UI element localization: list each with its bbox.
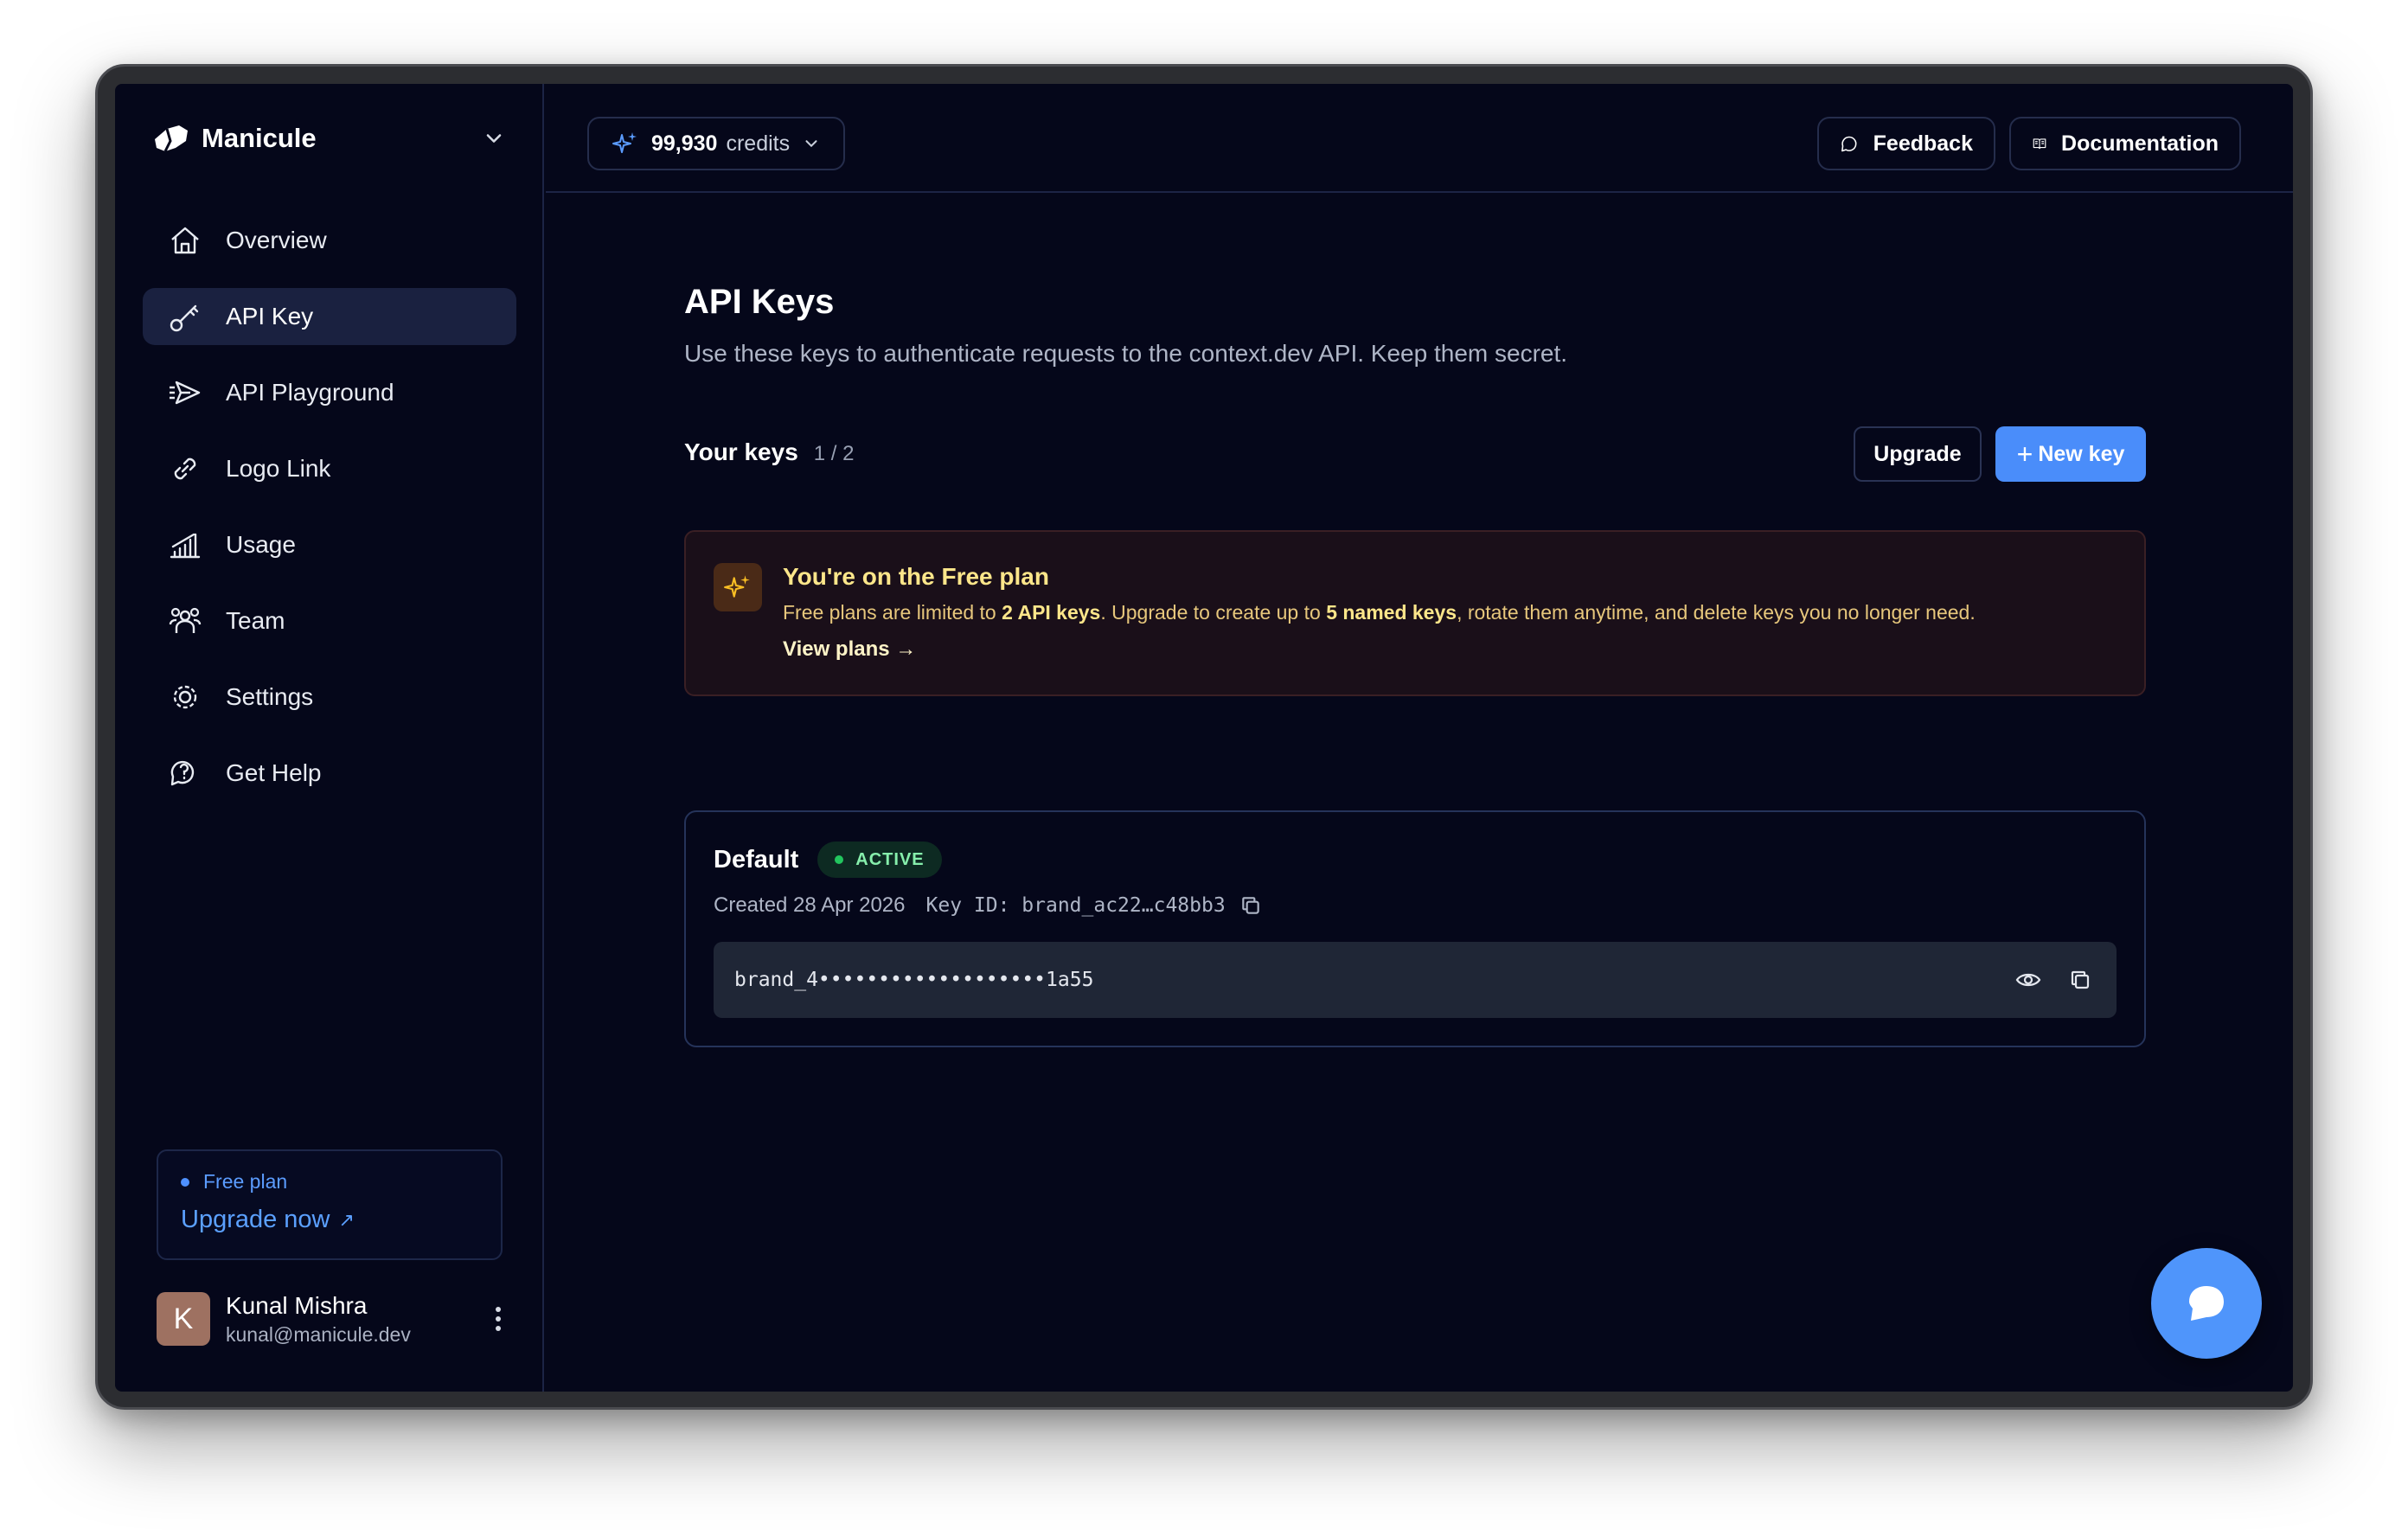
eye-icon[interactable]: [2013, 964, 2044, 995]
upgrade-button[interactable]: Upgrade: [1854, 426, 1982, 482]
documentation-label: Documentation: [2061, 131, 2219, 156]
sidebar-item-usage[interactable]: Usage: [143, 516, 516, 573]
sidebar-nav: Overview API Key API Playground Logo Lin…: [143, 212, 516, 821]
sidebar-item-label: Overview: [226, 227, 327, 253]
sidebar-item-settings[interactable]: Settings: [143, 669, 516, 726]
plus-icon: +: [2016, 438, 2033, 470]
key-meta: Created 28 Apr 2026 Key ID: brand_ac22…c…: [714, 893, 1262, 918]
sidebar-item-get-help[interactable]: Get Help: [143, 745, 516, 802]
page-title: API Keys: [684, 283, 835, 321]
keys-count: 1 / 2: [813, 442, 855, 465]
sidebar-item-api-key[interactable]: API Key: [143, 288, 516, 345]
upgrade-now-link[interactable]: Upgrade now ↗: [181, 1206, 478, 1234]
sidebar-item-label: API Key: [226, 303, 314, 330]
main-content: API Keys Use these keys to authenticate …: [546, 193, 2293, 1392]
book-icon: [2033, 138, 2046, 150]
team-icon: [167, 603, 203, 639]
copy-key-id-icon[interactable]: [1239, 894, 1262, 917]
sidebar-item-logo-link[interactable]: Logo Link: [143, 440, 516, 497]
sidebar-item-label: API Playground: [226, 379, 394, 406]
key-header: Default ACTIVE: [714, 842, 942, 878]
plan-status: Free plan: [181, 1170, 478, 1194]
top-bar: 99,930 credits Feedback Documentation: [546, 84, 2293, 193]
home-icon: [167, 222, 203, 259]
chevron-down-icon: [486, 134, 502, 143]
key-name: Default: [714, 845, 799, 874]
copy-icon[interactable]: [2065, 964, 2096, 995]
user-profile[interactable]: K Kunal Mishra kunal@manicule.dev: [157, 1288, 511, 1350]
view-plans-link[interactable]: View plans →: [783, 637, 916, 662]
help-chat-icon: [167, 755, 203, 791]
feedback-button[interactable]: Feedback: [1817, 117, 1995, 170]
status-badge: ACTIVE: [817, 842, 942, 878]
workspace-switcher[interactable]: Manicule: [153, 118, 506, 158]
link-icon: [167, 451, 203, 487]
user-info: Kunal Mishra kunal@manicule.dev: [226, 1292, 485, 1347]
send-icon: [167, 374, 203, 411]
sparkle-icon: [612, 132, 637, 153]
free-plan-banner: You're on the Free plan Free plans are l…: [684, 530, 2146, 696]
sidebar-item-label: Usage: [226, 531, 296, 558]
upgrade-now-label: Upgrade now: [181, 1206, 330, 1233]
plan-label: Free plan: [203, 1170, 288, 1193]
manicule-logo-icon: [155, 125, 188, 152]
more-options-icon[interactable]: [485, 1307, 511, 1331]
plan-dot: [181, 1177, 189, 1187]
new-key-button[interactable]: + New key: [1995, 426, 2146, 482]
status-dot: [835, 855, 844, 864]
gear-icon: [167, 679, 203, 715]
chat-launcher-button[interactable]: [2151, 1248, 2262, 1359]
sidebar-item-overview[interactable]: Overview: [143, 212, 516, 269]
api-key-field[interactable]: brand_4•••••••••••••••••••1a55: [714, 942, 2117, 1018]
app-window: Manicule Overview API Key API Playground…: [115, 84, 2293, 1392]
sidebar-item-label: Logo Link: [226, 455, 331, 482]
page-subtitle: Use these keys to authenticate requests …: [684, 340, 1568, 367]
user-email: kunal@manicule.dev: [226, 1322, 411, 1346]
credits-value: 99,930: [651, 131, 718, 156]
sidebar: Manicule Overview API Key API Playground…: [115, 84, 544, 1392]
credits-dropdown[interactable]: 99,930 credits: [587, 117, 846, 170]
key-id: Key ID: brand_ac22…c48bb3: [925, 894, 1226, 917]
key-icon: [167, 298, 203, 335]
avatar: K: [157, 1292, 210, 1346]
sidebar-item-label: Team: [226, 607, 285, 634]
documentation-button[interactable]: Documentation: [2009, 117, 2241, 170]
keys-heading: Your keys 1 / 2: [684, 438, 854, 466]
chat-bubble-icon: [1841, 136, 1857, 152]
plan-card: Free plan Upgrade now ↗: [157, 1149, 503, 1260]
user-name: Kunal Mishra: [226, 1291, 368, 1319]
brand-name: Manicule: [202, 123, 317, 153]
sidebar-item-label: Get Help: [226, 759, 322, 786]
sidebar-item-api-playground[interactable]: API Playground: [143, 364, 516, 421]
bar-chart-icon: [167, 527, 203, 563]
keys-label: Your keys: [684, 438, 798, 465]
sidebar-item-team[interactable]: Team: [143, 592, 516, 650]
status-label: ACTIVE: [855, 849, 925, 869]
banner-title: You're on the Free plan: [783, 563, 1049, 590]
sparkle-icon: [714, 563, 762, 611]
chevron-down-icon: [805, 140, 817, 148]
device-frame: Manicule Overview API Key API Playground…: [95, 64, 2313, 1410]
banner-text: Free plans are limited to 2 API keys. Up…: [783, 601, 1976, 624]
feedback-label: Feedback: [1873, 131, 1973, 156]
key-created: Created 28 Apr 2026: [714, 893, 906, 917]
credits-label: credits: [726, 131, 791, 156]
external-arrow-icon: ↗: [338, 1208, 355, 1231]
sidebar-item-label: Settings: [226, 683, 314, 710]
api-key-card: Default ACTIVE Created 28 Apr 2026 Key I…: [684, 810, 2146, 1047]
api-key-value: brand_4•••••••••••••••••••1a55: [734, 969, 1094, 991]
chat-bubble-icon: [2189, 1286, 2224, 1321]
new-key-label: New key: [2038, 441, 2125, 466]
